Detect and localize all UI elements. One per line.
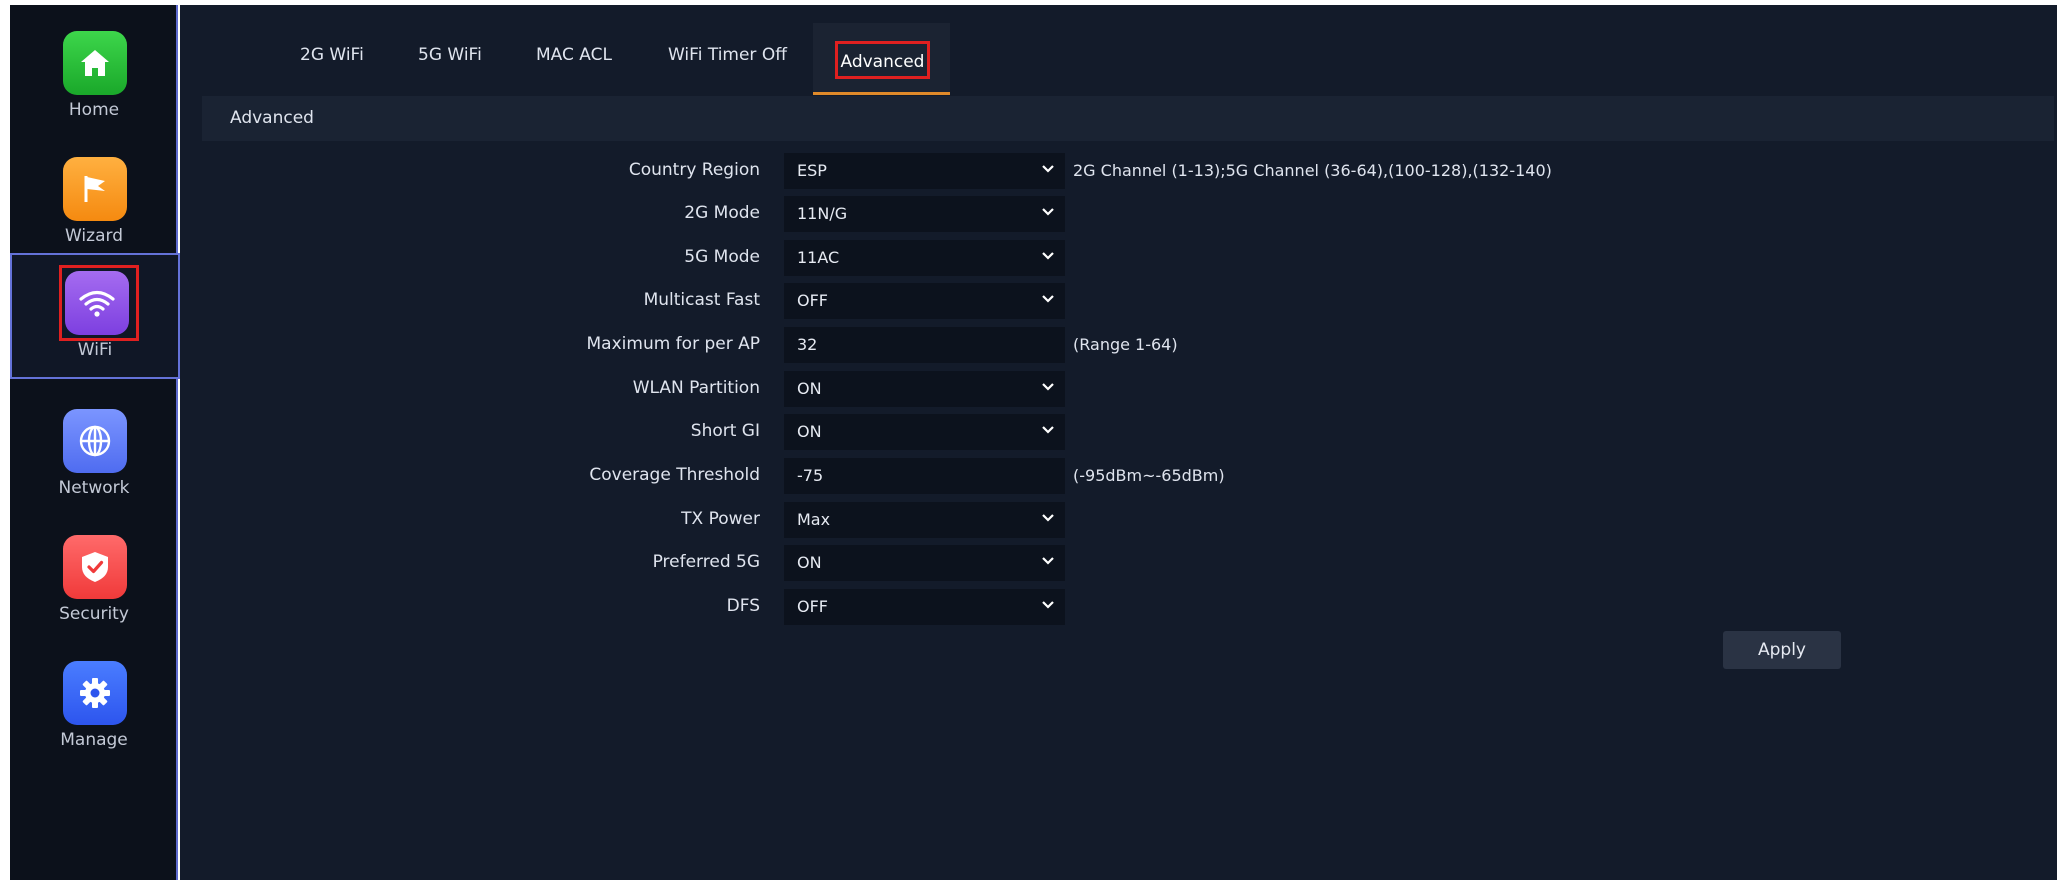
- sidebar-item-home[interactable]: Home: [10, 15, 178, 141]
- field-label: 2G Mode: [684, 203, 760, 223]
- field-hint: 2G Channel (1-13);5G Channel (36-64),(10…: [1073, 161, 1552, 180]
- field-label: WLAN Partition: [632, 378, 760, 398]
- gear-icon: [63, 661, 127, 725]
- field-value: OFF: [797, 291, 828, 310]
- sidebar-item-label: WiFi: [77, 340, 113, 360]
- sidebar-item-network[interactable]: Network: [10, 393, 178, 519]
- field-label: Short GI: [690, 421, 760, 441]
- form-row-dfs: DFS OFF: [180, 589, 2057, 625]
- flag-icon: [63, 157, 127, 221]
- section-title: Advanced: [230, 108, 314, 128]
- form-row-coverage-threshold: Coverage Threshold -75 (-95dBm~-65dBm): [180, 458, 2057, 494]
- field-value: -75: [797, 466, 824, 485]
- field-label: Country Region: [628, 160, 760, 180]
- sidebar-item-label: Wizard: [65, 226, 123, 246]
- field-value: OFF: [797, 597, 828, 616]
- coverage-threshold-input[interactable]: -75: [784, 458, 1065, 494]
- chevron-down-icon: [1042, 165, 1054, 173]
- dfs-select[interactable]: OFF: [784, 589, 1065, 625]
- short-gi-select[interactable]: ON: [784, 414, 1065, 450]
- form-row-short-gi: Short GI ON: [180, 414, 2057, 450]
- home-icon: [63, 31, 127, 95]
- sidebar-item-manage[interactable]: Manage: [10, 645, 178, 771]
- field-value: ON: [797, 553, 822, 572]
- chevron-down-icon: [1042, 426, 1054, 434]
- field-label: TX Power: [681, 509, 760, 529]
- field-label: DFS: [726, 596, 760, 616]
- form-row-max-per-ap: Maximum for per AP 32 (Range 1-64): [180, 327, 2057, 363]
- chevron-down-icon: [1042, 514, 1054, 522]
- tab-bar: 2G WiFi 5G WiFi MAC ACL WiFi Timer Off A…: [180, 5, 2057, 95]
- tab-label: Advanced: [840, 52, 925, 72]
- country-region-select[interactable]: ESP: [784, 153, 1065, 189]
- preferred-5g-select[interactable]: ON: [784, 545, 1065, 581]
- field-hint: (Range 1-64): [1073, 335, 1178, 354]
- field-value: ON: [797, 379, 822, 398]
- tab-5g-wifi[interactable]: 5G WiFi: [418, 45, 482, 65]
- sidebar-item-label: Security: [59, 604, 129, 624]
- field-value: Max: [797, 510, 831, 529]
- form-row-2g-mode: 2G Mode 11N/G: [180, 196, 2057, 232]
- multicast-fast-select[interactable]: OFF: [784, 283, 1065, 319]
- sidebar-item-label: Home: [68, 100, 120, 120]
- tab-2g-wifi[interactable]: 2G WiFi: [300, 45, 364, 65]
- form-row-country-region: Country Region ESP 2G Channel (1-13);5G …: [180, 153, 2057, 189]
- field-value: ON: [797, 422, 822, 441]
- sidebar-item-security[interactable]: Security: [10, 519, 178, 645]
- field-value: 11N/G: [797, 204, 848, 223]
- tab-wifi-timer-off[interactable]: WiFi Timer Off: [668, 45, 787, 65]
- chevron-down-icon: [1042, 208, 1054, 216]
- chevron-down-icon: [1042, 252, 1054, 260]
- field-hint: (-95dBm~-65dBm): [1073, 466, 1225, 485]
- field-label: 5G Mode: [684, 247, 760, 267]
- 2g-mode-select[interactable]: 11N/G: [784, 196, 1065, 232]
- sidebar-item-label: Manage: [60, 730, 128, 750]
- wifi-icon: [65, 271, 129, 335]
- tab-mac-acl[interactable]: MAC ACL: [536, 45, 612, 65]
- sidebar: Home Wizard WiFi Network Security Manage: [10, 5, 180, 880]
- field-label: Multicast Fast: [643, 290, 760, 310]
- form-row-preferred-5g: Preferred 5G ON: [180, 545, 2057, 581]
- sidebar-item-label: Network: [58, 478, 130, 498]
- field-label: Preferred 5G: [652, 552, 760, 572]
- sidebar-item-wifi[interactable]: WiFi: [10, 253, 180, 379]
- chevron-down-icon: [1042, 383, 1054, 391]
- chevron-down-icon: [1042, 557, 1054, 565]
- chevron-down-icon: [1042, 295, 1054, 303]
- form-row-multicast-fast: Multicast Fast OFF: [180, 283, 2057, 319]
- field-value: ESP: [797, 161, 827, 180]
- form-row-wlan-partition: WLAN Partition ON: [180, 371, 2057, 407]
- max-per-ap-input[interactable]: 32: [784, 327, 1065, 363]
- tab-advanced[interactable]: Advanced: [813, 23, 950, 95]
- apply-button[interactable]: Apply: [1723, 631, 1841, 669]
- sidebar-item-wizard[interactable]: Wizard: [10, 141, 178, 267]
- globe-icon: [63, 409, 127, 473]
- highlight-box: Advanced: [835, 41, 930, 79]
- field-value: 32: [797, 335, 818, 354]
- section-header: Advanced: [202, 96, 2054, 141]
- 5g-mode-select[interactable]: 11AC: [784, 240, 1065, 276]
- main-panel: 2G WiFi 5G WiFi MAC ACL WiFi Timer Off A…: [180, 5, 2057, 880]
- form-row-5g-mode: 5G Mode 11AC: [180, 240, 2057, 276]
- wlan-partition-select[interactable]: ON: [784, 371, 1065, 407]
- chevron-down-icon: [1042, 601, 1054, 609]
- tx-power-select[interactable]: Max: [784, 502, 1065, 538]
- shield-icon: [63, 535, 127, 599]
- field-value: 11AC: [797, 248, 840, 267]
- field-label: Coverage Threshold: [589, 465, 760, 485]
- form-row-tx-power: TX Power Max: [180, 502, 2057, 538]
- field-label: Maximum for per AP: [586, 334, 760, 354]
